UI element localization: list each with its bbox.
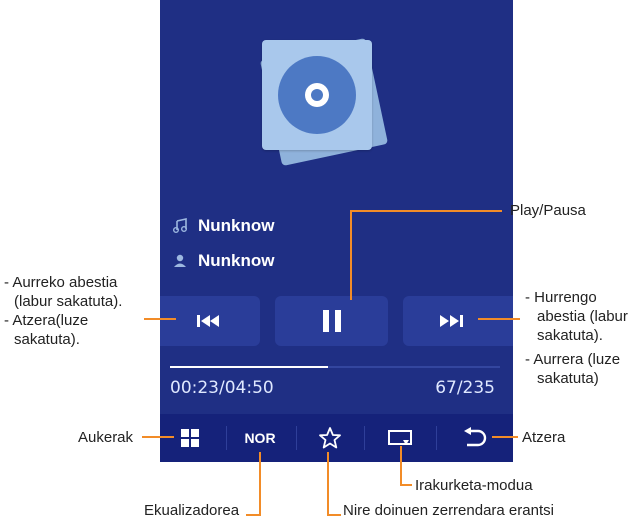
skip-next-icon [440, 315, 463, 327]
previous-button[interactable] [160, 296, 260, 346]
callout-back: Atzera [522, 429, 566, 446]
callout-next-5: sakatuta) [537, 370, 599, 387]
callout-prev-4: sakatuta). [14, 331, 80, 348]
music-player-screen: Nunknow Nunknow 00:23/04:50 67/235 NOR [160, 0, 513, 462]
callout-play-mode: Irakurketa-modua [415, 477, 533, 494]
callout-play-pause: Play/Pausa [510, 202, 586, 219]
pause-icon [320, 310, 344, 332]
callout-next-4: - Aurrera (luze [525, 351, 621, 368]
callout-equalizer: Ekualizadorea [144, 502, 240, 519]
music-note-icon [170, 216, 190, 236]
progress-fill [170, 366, 329, 368]
track-title: Nunknow [198, 216, 275, 235]
track-artist: Nunknow [198, 251, 275, 270]
callout-prev-1: - Aurreko abestia [4, 274, 118, 291]
back-button[interactable] [436, 414, 513, 462]
callout-favorites: Nire doinuen zerrendara erantsi [343, 502, 554, 519]
callout-next-2: abestia (labur [537, 308, 628, 325]
play-pause-button[interactable] [275, 296, 388, 346]
track-artist-row: Nunknow [170, 248, 275, 274]
callout-options: Aukerak [78, 429, 134, 446]
skip-previous-icon [197, 315, 219, 327]
disc-icon [278, 56, 356, 134]
progress-bar[interactable] [170, 366, 500, 368]
callout-next-1: - Hurrengo [525, 289, 597, 306]
next-button[interactable] [403, 296, 513, 346]
equalizer-label: NOR [244, 430, 276, 446]
callout-next-3: sakatuta). [537, 327, 603, 344]
back-arrow-icon [463, 427, 486, 447]
favorite-button[interactable] [296, 414, 364, 462]
person-icon [170, 251, 190, 271]
track-counter: 67/235 [435, 378, 495, 398]
repeat-mode-icon [388, 430, 412, 445]
callout-prev-3: - Atzera(luze [4, 312, 89, 329]
star-icon [319, 427, 341, 449]
elapsed-total-time: 00:23/04:50 [170, 378, 274, 398]
callout-prev-2: (labur sakatuta). [14, 293, 123, 310]
grid-icon [181, 429, 199, 447]
album-art [262, 40, 372, 150]
options-button[interactable] [160, 414, 220, 462]
bottom-toolbar: NOR [160, 414, 513, 462]
track-title-row: Nunknow [170, 213, 275, 239]
